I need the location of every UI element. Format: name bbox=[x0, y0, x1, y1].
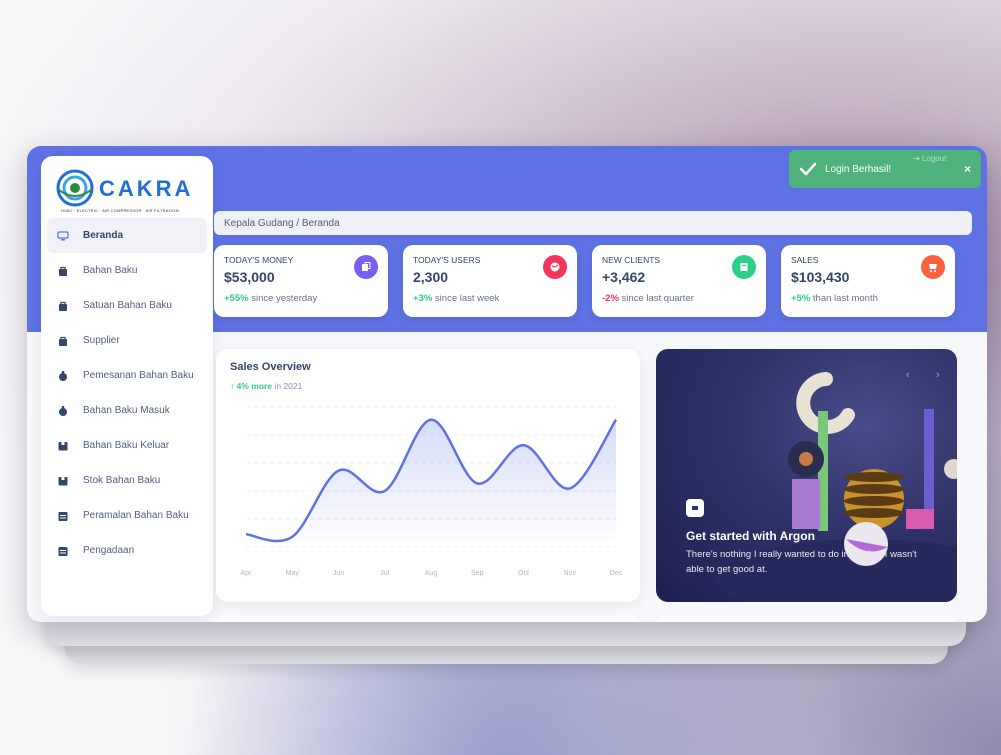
stat-delta: -2% bbox=[602, 293, 619, 304]
sidebar-menu: Beranda Bahan Baku Satuan Bahan Baku Suppli… bbox=[47, 218, 207, 568]
logout-label: Logout bbox=[921, 154, 947, 163]
sidebar-item-beranda[interactable]: Beranda bbox=[47, 218, 207, 253]
stat-note-text: since last quarter bbox=[618, 293, 694, 304]
toast-message: Login Berhasil! bbox=[825, 163, 892, 175]
stat-card-today-s-users: Today's Users 2,300 +3% since last week bbox=[403, 245, 577, 317]
x-tick-label: Aug bbox=[425, 570, 438, 577]
stat-delta: +3% bbox=[413, 293, 433, 304]
stat-note: -2% since last quarter bbox=[602, 291, 722, 306]
sidebar-item-label: Beranda bbox=[83, 230, 124, 241]
sidebar-item-label: Pemesanan Bahan Baku bbox=[83, 370, 194, 381]
stat-value: $103,430 bbox=[791, 269, 850, 285]
gift-icon bbox=[57, 405, 69, 417]
sidebar-item-bahan-baku-keluar[interactable]: Bahan Baku Keluar bbox=[47, 428, 207, 463]
paper-icon bbox=[732, 255, 756, 279]
globe-icon bbox=[543, 255, 567, 279]
promo-text: There's nothing I really wanted to do in… bbox=[686, 549, 917, 575]
x-tick-label: Apr bbox=[241, 570, 253, 577]
x-tick-label: Sep bbox=[471, 570, 484, 577]
calendar-icon bbox=[57, 510, 69, 522]
stat-label: New Clients bbox=[602, 255, 661, 265]
chart-subtitle: ↑ 4% more in 2021 bbox=[230, 381, 302, 391]
stat-delta: +5% bbox=[791, 293, 811, 304]
money-icon bbox=[354, 255, 378, 279]
stat-note-text: since last week bbox=[432, 293, 500, 304]
login-success-toast: Login Berhasil! × bbox=[789, 150, 981, 188]
sidebar-item-label: Bahan Baku Masuk bbox=[83, 405, 170, 416]
lower-card-right bbox=[656, 616, 957, 622]
sidebar-item-label: Bahan Baku bbox=[83, 265, 138, 276]
sidebar-item-bahan-baku-masuk[interactable]: Bahan Baku Masuk bbox=[47, 393, 207, 428]
brand-name: CAKRA bbox=[99, 176, 194, 201]
gift-icon bbox=[57, 370, 69, 382]
carousel-next-button[interactable]: › bbox=[936, 369, 940, 381]
sidebar-item-label: Supplier bbox=[83, 335, 120, 346]
sidebar-item-label: Stok Bahan Baku bbox=[83, 475, 161, 486]
sidebar-item-label: Peramalan Bahan Baku bbox=[83, 510, 189, 521]
x-tick-label: Nov bbox=[564, 570, 577, 577]
sidebar-item-label: Bahan Baku Keluar bbox=[83, 440, 170, 451]
toast-close-button[interactable]: × bbox=[964, 162, 971, 176]
sidebar-item-label: Pengadaan bbox=[83, 545, 135, 556]
calendar-icon bbox=[57, 545, 69, 557]
stat-note: +3% since last week bbox=[413, 291, 533, 306]
dashboard-window: CAKRA HVAC · ELECTRIC · AIR COMPRESSOR ·… bbox=[27, 146, 987, 622]
logout-icon: ⇥ bbox=[913, 154, 920, 163]
stat-label: Sales bbox=[791, 255, 819, 265]
cart-icon bbox=[921, 255, 945, 279]
box-icon bbox=[57, 440, 69, 452]
carousel-prev-button[interactable]: ‹ bbox=[906, 369, 910, 381]
stat-delta: +55% bbox=[224, 293, 249, 304]
sidebar-item-stok-bahan-baku[interactable]: Stok Bahan Baku bbox=[47, 463, 207, 498]
stat-value: $53,000 bbox=[224, 269, 275, 285]
logout-link[interactable]: ⇥ Logout bbox=[913, 154, 946, 163]
x-tick-label: Jun bbox=[333, 570, 344, 577]
breadcrumb-text: Kepala Gudang / Beranda bbox=[224, 217, 340, 229]
stat-card-new-clients: New Clients +3,462 -2% since last quarter bbox=[592, 245, 766, 317]
x-tick-label: Dec bbox=[610, 570, 623, 577]
stat-label: Today's Users bbox=[413, 255, 481, 265]
bag-icon bbox=[57, 300, 69, 312]
chart-subtitle-strong: 4% more bbox=[236, 381, 273, 391]
stat-note-text: since yesterday bbox=[248, 293, 318, 304]
sidebar-item-satuan-bahan-baku[interactable]: Satuan Bahan Baku bbox=[47, 288, 207, 323]
sidebar-item-label: Satuan Bahan Baku bbox=[83, 300, 172, 311]
x-tick-label: Jul bbox=[380, 570, 389, 577]
sidebar: CAKRA HVAC · ELECTRIC · AIR COMPRESSOR ·… bbox=[41, 156, 213, 616]
stat-card-sales: Sales $103,430 +5% than last month bbox=[781, 245, 955, 317]
promo-carousel: ‹ › Get started with Argon There's nothi… bbox=[656, 349, 957, 602]
stat-value: 2,300 bbox=[413, 269, 449, 285]
promo-title: Get started with Argon bbox=[686, 529, 815, 543]
brand-tagline: HVAC · ELECTRIC · AIR COMPRESSOR · AIR F… bbox=[61, 208, 179, 213]
chart-subtitle-rest: in 2021 bbox=[272, 381, 303, 391]
sales-overview-card: Sales Overview ↑ 4% more in 2021 Apr May J… bbox=[216, 349, 640, 602]
lower-card-left bbox=[216, 616, 640, 622]
monitor-icon bbox=[57, 230, 69, 242]
sidebar-item-pemesanan-bahan-baku[interactable]: Pemesanan Bahan Baku bbox=[47, 358, 207, 393]
sidebar-item-bahan-baku[interactable]: Bahan Baku bbox=[47, 253, 207, 288]
stat-card-today-s-money: Today's Money $53,000 +55% since yesterday bbox=[214, 245, 388, 317]
sidebar-item-pengadaan[interactable]: Pengadaan bbox=[47, 533, 207, 568]
brand-logo[interactable]: CAKRA HVAC · ELECTRIC · AIR COMPRESSOR ·… bbox=[55, 164, 205, 214]
stat-note: +5% than last month bbox=[791, 291, 911, 306]
check-icon bbox=[799, 162, 817, 176]
box-icon bbox=[57, 475, 69, 487]
sales-line-chart: Apr May Jun Jul Aug Sep Oct Nov Dec bbox=[241, 406, 623, 577]
logo-swirl-icon bbox=[56, 169, 94, 207]
arrow-up-icon: ↑ bbox=[230, 381, 237, 391]
bag-icon bbox=[57, 335, 69, 347]
bag-icon bbox=[57, 265, 69, 277]
stat-note-text: than last month bbox=[810, 293, 878, 304]
stat-label: Today's Money bbox=[224, 255, 294, 265]
chart-title: Sales Overview bbox=[230, 361, 311, 373]
camera-icon bbox=[686, 499, 704, 517]
stat-value: +3,462 bbox=[602, 269, 646, 285]
sidebar-item-peramalan-bahan-baku[interactable]: Peramalan Bahan Baku bbox=[47, 498, 207, 533]
sidebar-item-supplier[interactable]: Supplier bbox=[47, 323, 207, 358]
x-tick-label: Oct bbox=[518, 570, 529, 577]
x-tick-label: May bbox=[286, 570, 300, 577]
stat-note: +55% since yesterday bbox=[224, 291, 344, 306]
breadcrumb: Kepala Gudang / Beranda bbox=[214, 211, 972, 235]
